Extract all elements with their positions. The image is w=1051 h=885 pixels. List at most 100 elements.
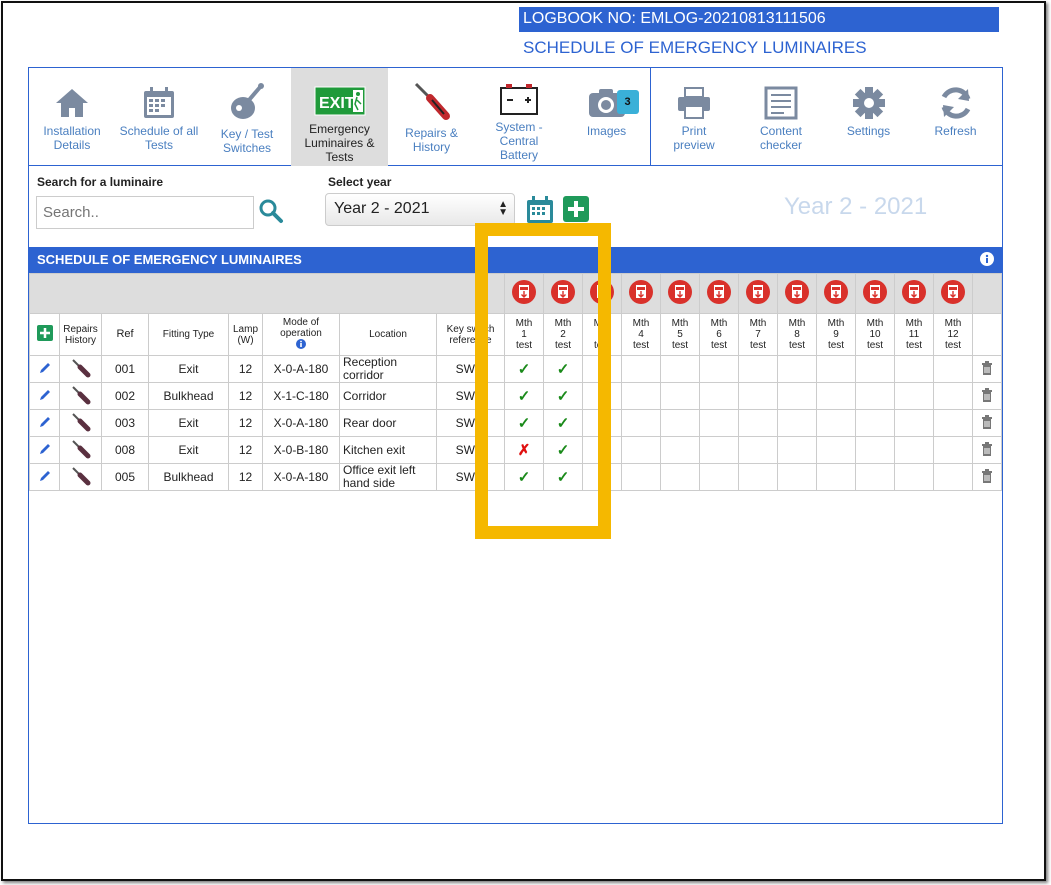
month-cell[interactable]: [816, 382, 856, 410]
month-cell[interactable]: [777, 436, 817, 464]
delete-icon[interactable]: [972, 382, 1002, 410]
month-cell[interactable]: [621, 463, 661, 491]
month-cell[interactable]: [699, 382, 739, 410]
tool-print-preview[interactable]: Print preview: [651, 68, 737, 166]
month-cell[interactable]: [660, 355, 700, 383]
month-cell[interactable]: [660, 409, 700, 437]
edit-icon[interactable]: [29, 436, 60, 464]
pdf-download-icon[interactable]: [816, 273, 856, 314]
screwdriver-icon[interactable]: [59, 409, 102, 437]
month-cell[interactable]: [855, 409, 895, 437]
edit-icon[interactable]: [29, 409, 60, 437]
month-cell[interactable]: [894, 436, 934, 464]
month-cell[interactable]: [582, 382, 622, 410]
pass-icon[interactable]: ✓: [504, 463, 544, 491]
month-cell[interactable]: [816, 355, 856, 383]
pass-icon[interactable]: ✓: [543, 409, 583, 437]
month-cell[interactable]: [777, 382, 817, 410]
edit-icon[interactable]: [29, 382, 60, 410]
month-cell[interactable]: [738, 355, 778, 383]
month-cell[interactable]: [582, 355, 622, 383]
month-cell[interactable]: [582, 409, 622, 437]
fail-icon[interactable]: ✗: [504, 436, 544, 464]
pdf-download-icon[interactable]: [777, 273, 817, 314]
tool-images[interactable]: 3 Images: [563, 68, 650, 166]
search-input[interactable]: [36, 196, 254, 229]
pdf-download-icon[interactable]: [738, 273, 778, 314]
pass-icon[interactable]: ✓: [543, 463, 583, 491]
pass-icon[interactable]: ✓: [543, 355, 583, 383]
month-cell[interactable]: [777, 409, 817, 437]
calendar-icon[interactable]: [525, 195, 555, 230]
pdf-download-icon[interactable]: [621, 273, 661, 314]
pass-icon[interactable]: ✓: [543, 382, 583, 410]
month-cell[interactable]: [894, 382, 934, 410]
edit-icon[interactable]: [29, 463, 60, 491]
pdf-download-icon[interactable]: [543, 273, 583, 314]
pass-icon[interactable]: ✓: [543, 436, 583, 464]
month-cell[interactable]: [894, 355, 934, 383]
tool-settings[interactable]: Settings: [825, 68, 912, 166]
tool-emergency-luminaires[interactable]: EXIT Emergency Luminaires & Tests: [291, 68, 388, 166]
month-cell[interactable]: [933, 463, 973, 491]
info-icon[interactable]: [296, 339, 306, 349]
tool-refresh[interactable]: Refresh: [912, 68, 999, 166]
pass-icon[interactable]: ✓: [504, 382, 544, 410]
month-cell[interactable]: [816, 436, 856, 464]
month-cell[interactable]: [699, 436, 739, 464]
month-cell[interactable]: [621, 355, 661, 383]
tool-schedule-of-tests[interactable]: Schedule of all Tests: [115, 68, 203, 166]
month-cell[interactable]: [699, 409, 739, 437]
month-cell[interactable]: [582, 463, 622, 491]
screwdriver-icon[interactable]: [59, 436, 102, 464]
month-cell[interactable]: [621, 382, 661, 410]
month-cell[interactable]: [933, 382, 973, 410]
month-cell[interactable]: [621, 409, 661, 437]
month-cell[interactable]: [738, 382, 778, 410]
pass-icon[interactable]: ✓: [504, 355, 544, 383]
month-cell[interactable]: [582, 436, 622, 464]
pdf-download-icon[interactable]: [894, 273, 934, 314]
month-cell[interactable]: [933, 436, 973, 464]
delete-icon[interactable]: [972, 409, 1002, 437]
month-cell[interactable]: [894, 463, 934, 491]
month-cell[interactable]: [855, 463, 895, 491]
pass-icon[interactable]: ✓: [504, 409, 544, 437]
tool-installation-details[interactable]: Installation Details: [29, 68, 115, 166]
pdf-download-icon[interactable]: [933, 273, 973, 314]
year-select[interactable]: Year 2 - 2021 ▲ ▼: [325, 193, 515, 226]
month-cell[interactable]: [816, 409, 856, 437]
month-cell[interactable]: [894, 409, 934, 437]
month-cell[interactable]: [738, 463, 778, 491]
month-cell[interactable]: [660, 382, 700, 410]
month-cell[interactable]: [777, 463, 817, 491]
pdf-download-icon[interactable]: [855, 273, 895, 314]
month-cell[interactable]: [855, 436, 895, 464]
month-cell[interactable]: [933, 355, 973, 383]
month-cell[interactable]: [699, 355, 739, 383]
month-cell[interactable]: [660, 436, 700, 464]
tool-content-checker[interactable]: Content checker: [737, 68, 825, 166]
tool-central-battery[interactable]: System - Central Battery: [475, 68, 563, 166]
month-cell[interactable]: [816, 463, 856, 491]
add-year-button[interactable]: [563, 196, 589, 227]
delete-icon[interactable]: [972, 436, 1002, 464]
month-cell[interactable]: [933, 409, 973, 437]
edit-icon[interactable]: [29, 355, 60, 383]
screwdriver-icon[interactable]: [59, 355, 102, 383]
tool-key-test-switches[interactable]: Key / Test Switches: [203, 68, 291, 166]
tool-repairs-history[interactable]: Repairs & History: [388, 68, 475, 166]
pdf-download-icon[interactable]: [699, 273, 739, 314]
month-cell[interactable]: [621, 436, 661, 464]
delete-icon[interactable]: [972, 355, 1002, 383]
info-icon[interactable]: [980, 252, 994, 269]
screwdriver-icon[interactable]: [59, 463, 102, 491]
pdf-download-icon[interactable]: [504, 273, 544, 314]
delete-icon[interactable]: [972, 463, 1002, 491]
month-cell[interactable]: [699, 463, 739, 491]
month-cell[interactable]: [777, 355, 817, 383]
pdf-download-icon[interactable]: [582, 273, 622, 314]
month-cell[interactable]: [660, 463, 700, 491]
search-icon[interactable]: [258, 198, 284, 229]
add-row-cell[interactable]: [29, 313, 60, 356]
